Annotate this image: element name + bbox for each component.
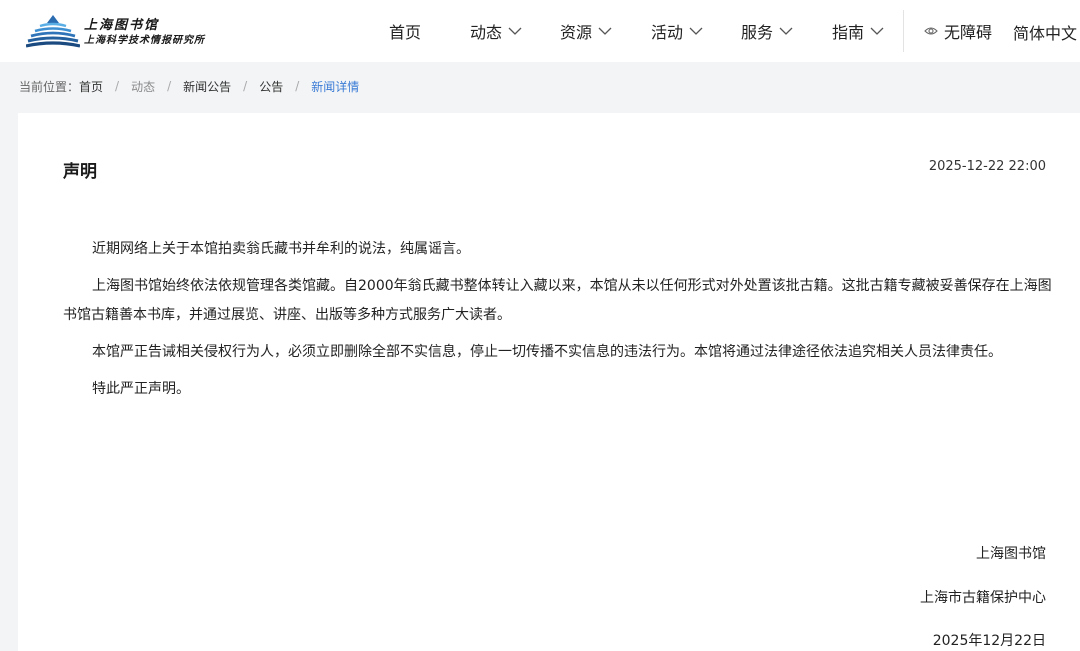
article-datetime: 2025-12-22 22:00 (928, 159, 1046, 174)
accessibility-button[interactable]: 无障碍 (924, 20, 992, 42)
breadcrumb-prefix: 当前位置： (19, 79, 80, 94)
logo-name: 上海图书馆 (84, 17, 160, 33)
breadcrumb: 当前位置： 首页 / 动态 / 新闻公告 / 公告 / 新闻详情 (19, 78, 359, 94)
nav-divider (903, 10, 904, 52)
article-paragraph: 近期网络上关于本馆拍卖翁氏藏书并牟利的说法，纯属谣言。 (92, 241, 470, 257)
nav-services[interactable]: 服务 (741, 20, 793, 42)
nav-label: 指南 (832, 23, 865, 42)
signature-org2: 上海市古籍保护中心 (920, 590, 1046, 606)
nav-label: 动态 (470, 23, 503, 42)
nav-resources[interactable]: 资源 (560, 20, 612, 42)
breadcrumb-current: 新闻详情 (311, 79, 360, 94)
site-logo[interactable]: 上海图书馆 上海科学技术情报研究所 (26, 12, 236, 52)
breadcrumb-news[interactable]: 动态 (131, 78, 155, 95)
nav-label: 资源 (560, 23, 593, 42)
nav-label: 首页 (389, 23, 422, 42)
chevron-down-icon (508, 27, 522, 35)
nav-news[interactable]: 动态 (470, 20, 522, 42)
article-title: 声明 (63, 162, 97, 182)
logo-subtitle: 上海科学技术情报研究所 (84, 34, 205, 46)
eye-icon (924, 27, 938, 35)
language-switch[interactable]: 简体中文 (1013, 20, 1077, 43)
nav-label: 活动 (651, 23, 684, 42)
nav-home[interactable]: 首页 (389, 20, 421, 42)
breadcrumb-separator: / (295, 79, 300, 93)
breadcrumb-separator: / (167, 79, 172, 93)
accessibility-label: 无障碍 (944, 23, 993, 42)
chevron-down-icon (598, 27, 612, 35)
nav-label: 服务 (741, 23, 774, 42)
breadcrumb-separator: / (115, 79, 120, 93)
chevron-down-icon (779, 27, 793, 35)
breadcrumb-notice[interactable]: 公告 (259, 78, 283, 95)
chevron-down-icon (689, 27, 703, 35)
library-logo-icon (26, 15, 80, 48)
article-paragraph: 特此严正声明。 (92, 381, 190, 397)
nav-guide[interactable]: 指南 (832, 20, 884, 42)
nav-events[interactable]: 活动 (651, 20, 703, 42)
site-header: 上海图书馆 上海科学技术情报研究所 首页 动态 资源 活动 服务 指南 无障碍 … (0, 0, 1080, 62)
chevron-down-icon (870, 27, 884, 35)
breadcrumb-announcements[interactable]: 新闻公告 (183, 78, 231, 95)
article-body: 近期网络上关于本馆拍卖翁氏藏书并牟利的说法，纯属谣言。 上海图书馆始终依法依规管… (63, 235, 1053, 412)
breadcrumb-home[interactable]: 首页 (79, 78, 103, 95)
article-paragraph: 本馆严正告诫相关侵权行为人，必须立即删除全部不实信息，停止一切传播不实信息的违法… (92, 344, 1002, 360)
breadcrumb-separator: / (243, 79, 248, 93)
signature-org1: 上海图书馆 (976, 546, 1046, 562)
article-card: 声明 2025-12-22 22:00 近期网络上关于本馆拍卖翁氏藏书并牟利的说… (18, 113, 1080, 651)
article-paragraph: 上海图书馆始终依法依规管理各类馆藏。自2000年翁氏藏书整体转让入藏以来，本馆从… (63, 278, 1052, 323)
signature-date: 2025年12月22日 (932, 633, 1046, 649)
